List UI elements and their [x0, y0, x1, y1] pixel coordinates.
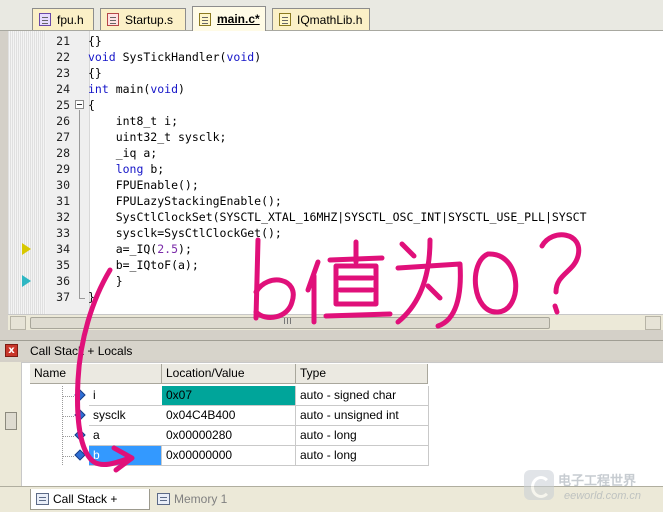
watermark-cn: 电子工程世界: [558, 474, 637, 489]
eeworld-logo-icon: [524, 470, 554, 500]
var-name: sysclk: [89, 406, 162, 426]
code-line[interactable]: 35 b=_IQtoF(a);: [8, 257, 663, 273]
header-file-icon: [39, 13, 51, 26]
code-line[interactable]: 24 int main(void): [8, 81, 663, 97]
scroll-left-button[interactable]: [10, 316, 26, 330]
code-line[interactable]: 25{: [8, 97, 663, 113]
column-header-type[interactable]: Type: [296, 364, 428, 384]
editor-tab-strip: fpu.h Startup.s main.c* IQmathLib.h: [0, 0, 663, 31]
code-line[interactable]: 27 uint32_t sysclk;: [8, 129, 663, 145]
var-name: i: [89, 386, 162, 406]
code-line[interactable]: 30 FPUEnable();: [8, 177, 663, 193]
fold-collapse-icon[interactable]: [75, 100, 84, 109]
code-line[interactable]: 22 void SysTickHandler(void): [8, 49, 663, 65]
var-value[interactable]: 0x04C4B400: [162, 406, 296, 426]
tab-fpu-h[interactable]: fpu.h: [32, 8, 94, 30]
code-line[interactable]: 33 sysclk=SysCtlClockGet();: [8, 225, 663, 241]
c-file-icon: [199, 12, 211, 26]
scroll-right-button[interactable]: [645, 316, 661, 330]
table-row[interactable]: a 0x00000280 auto - long: [0, 426, 430, 446]
current-execution-arrow-icon: [22, 243, 31, 255]
column-header-value[interactable]: Location/Value: [162, 364, 296, 384]
scrollbar-grip-icon: [284, 318, 292, 324]
variable-icon: [74, 449, 86, 461]
call-stack-icon: [36, 493, 49, 505]
tab-call-stack-locals[interactable]: Call Stack + Locals: [30, 489, 150, 510]
header-file-icon: [279, 13, 291, 26]
code-line[interactable]: 26 int8_t i;: [8, 113, 663, 129]
memory-icon: [157, 493, 170, 505]
watermark-logo: 电子工程世界 eeworld.com.cn: [524, 470, 660, 506]
variable-icon: [74, 409, 86, 421]
code-editor[interactable]: 21{} 22 void SysTickHandler(void) 23{} 24…: [8, 31, 663, 314]
var-value[interactable]: 0x00000280: [162, 426, 296, 446]
var-type: auto - long: [296, 426, 429, 446]
var-type: auto - signed char: [296, 386, 429, 406]
tab-label: main.c*: [217, 12, 260, 26]
tab-startup-s[interactable]: Startup.s: [100, 8, 186, 30]
caller-arrow-icon: [22, 275, 31, 287]
table-row[interactable]: i 0x07 auto - signed char: [0, 386, 430, 406]
table-row[interactable]: sysclk 0x04C4B400 auto - unsigned int: [0, 406, 430, 426]
variable-icon: [74, 429, 86, 441]
watermark-en: eeworld.com.cn: [564, 490, 642, 502]
var-name: a: [89, 426, 162, 446]
var-name: b: [89, 446, 162, 466]
code-line[interactable]: 28 _iq a;: [8, 145, 663, 161]
column-header-name[interactable]: Name: [30, 364, 162, 384]
close-icon[interactable]: x: [5, 344, 18, 357]
code-line-current[interactable]: 34 a=_IQ(2.5);: [8, 241, 663, 257]
var-value[interactable]: 0x00000000: [162, 446, 296, 466]
code-line[interactable]: 21{}: [8, 33, 663, 49]
code-line[interactable]: 23{}: [8, 65, 663, 81]
table-row-selected[interactable]: b 0x00000000 auto - long: [0, 446, 430, 466]
tab-memory-1[interactable]: Memory 1: [152, 489, 232, 510]
var-value[interactable]: 0x07: [162, 386, 296, 406]
tab-main-c[interactable]: main.c*: [192, 6, 266, 31]
code-line[interactable]: 37}: [8, 289, 663, 305]
call-stack-panel-header: x Call Stack + Locals: [0, 340, 663, 360]
code-line[interactable]: 29 long b;: [8, 161, 663, 177]
tab-label: fpu.h: [57, 12, 84, 27]
code-line[interactable]: 31 FPULazyStackingEnable();: [8, 193, 663, 209]
tab-label: Memory 1: [174, 492, 228, 506]
editor-horizontal-scrollbar[interactable]: [8, 314, 663, 330]
tab-label: Call Stack + Locals: [53, 492, 118, 506]
asm-file-icon: [107, 13, 119, 26]
var-type: auto - long: [296, 446, 429, 466]
code-line[interactable]: 32 SysCtlClockSet(SYSCTL_XTAL_16MHZ|SYSC…: [8, 209, 663, 225]
tab-iqmathlib-h[interactable]: IQmathLib.h: [272, 8, 370, 30]
tab-label: IQmathLib.h: [297, 12, 363, 27]
var-type: auto - unsigned int: [296, 406, 429, 426]
tab-label: Startup.s: [125, 12, 174, 27]
variable-icon: [74, 389, 86, 401]
code-line[interactable]: 36 }: [8, 273, 663, 289]
panel-title: Call Stack + Locals: [30, 344, 133, 358]
